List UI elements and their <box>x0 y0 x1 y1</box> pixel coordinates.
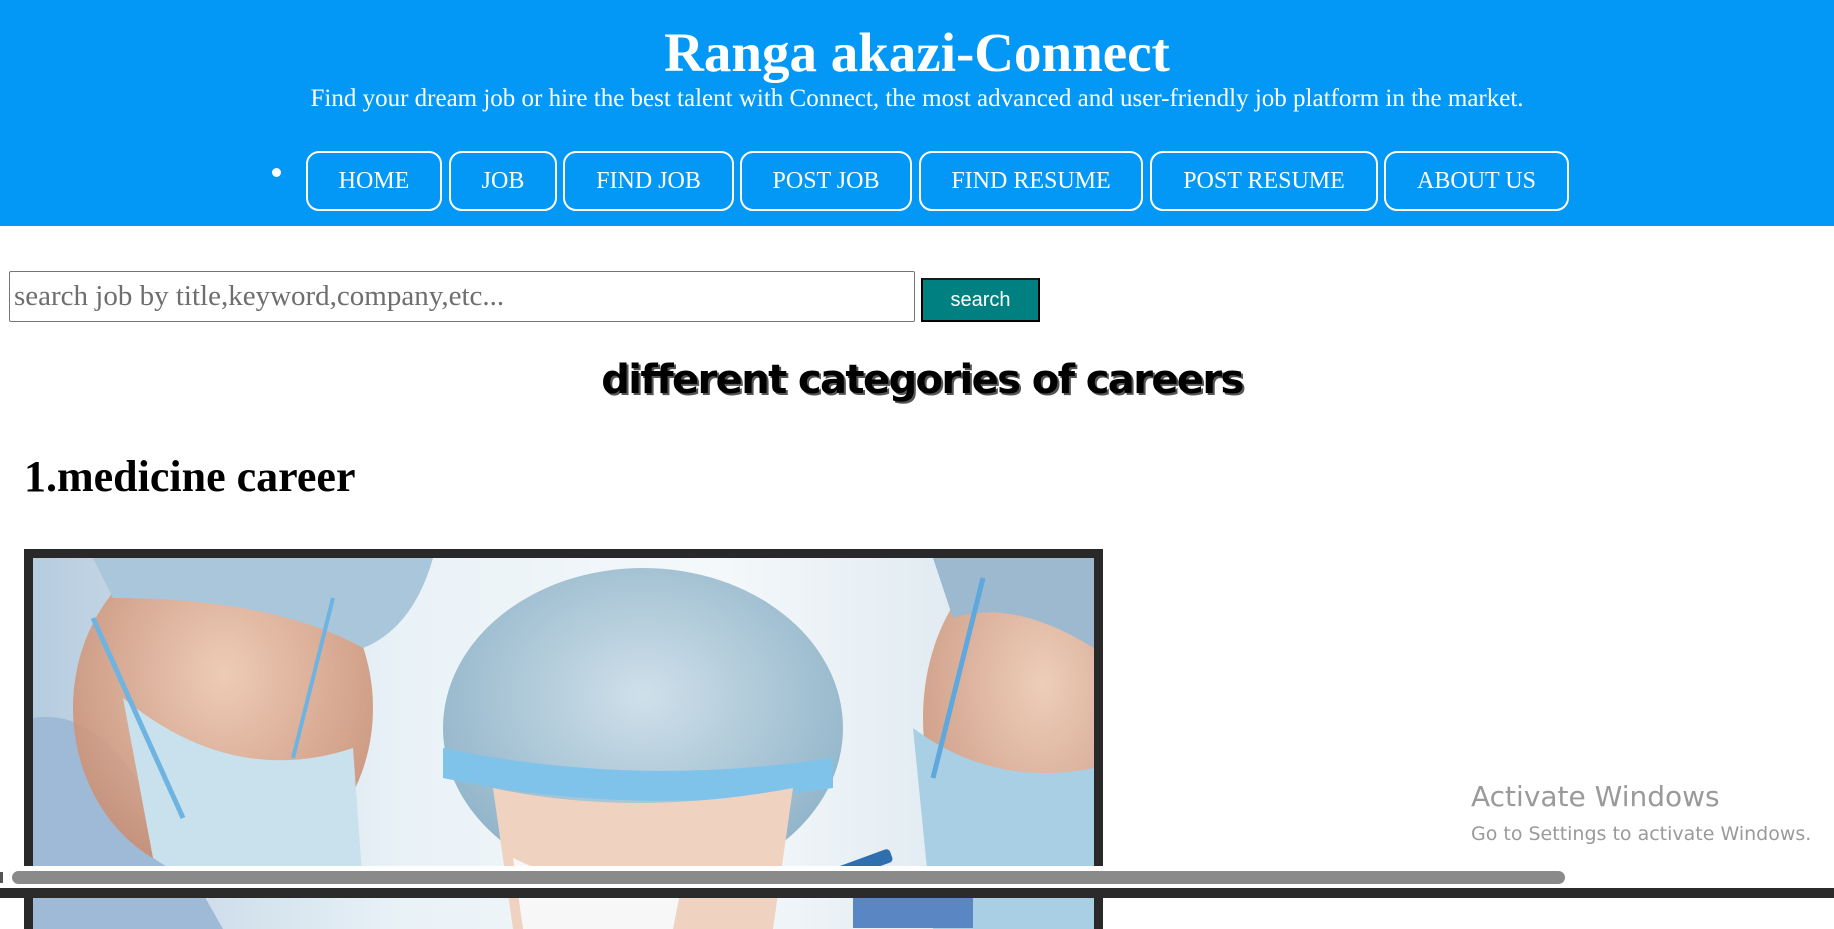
horizontal-scrollbar-thumb[interactable] <box>12 871 1565 884</box>
taskbar-edge <box>0 888 1834 898</box>
nav-find-resume-button[interactable]: FIND RESUME <box>919 151 1143 211</box>
medicine-career-title: 1.medicine career <box>24 452 356 501</box>
nav-job-button[interactable]: JOB <box>449 151 557 211</box>
nav-about-us-button[interactable]: ABOUT US <box>1384 151 1569 211</box>
site-header: Ranga akazi-Connect Find your dream job … <box>0 0 1834 226</box>
job-search-input[interactable] <box>9 271 915 322</box>
categories-heading: different categories of careers <box>601 357 1244 403</box>
search-button[interactable]: search <box>921 278 1040 322</box>
nav-find-job-button[interactable]: FIND JOB <box>563 151 734 211</box>
scroll-left-arrow-icon[interactable] <box>0 872 3 883</box>
nav-list-bullet <box>272 168 281 177</box>
activate-windows-subtitle: Go to Settings to activate Windows. <box>1471 823 1812 845</box>
nav-post-resume-button[interactable]: POST RESUME <box>1150 151 1378 211</box>
activate-windows-title: Activate Windows <box>1471 780 1720 813</box>
nav-home-button[interactable]: HOME <box>306 151 442 211</box>
site-tagline: Find your dream job or hire the best tal… <box>310 85 1524 112</box>
site-title: Ranga akazi-Connect <box>664 22 1170 83</box>
nav-post-job-button[interactable]: POST JOB <box>740 151 912 211</box>
